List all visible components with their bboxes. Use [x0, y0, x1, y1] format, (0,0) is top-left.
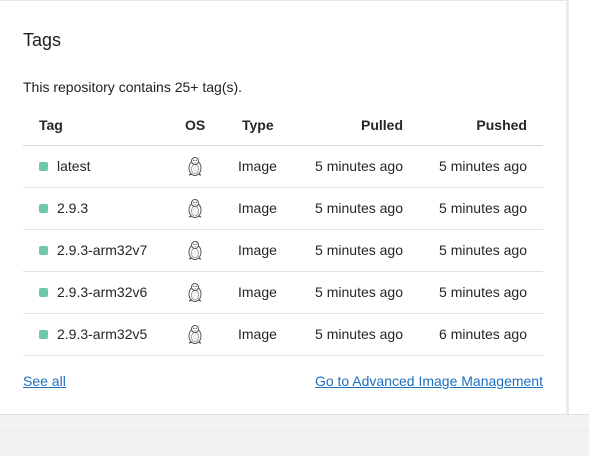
page-footer-area: [0, 414, 589, 456]
tag-name[interactable]: 2.9.3: [57, 200, 88, 216]
pushed-time: 5 minutes ago: [439, 242, 527, 258]
status-dot: [39, 204, 48, 213]
status-dot: [39, 246, 48, 255]
pushed-time: 5 minutes ago: [439, 158, 527, 174]
linux-penguin-icon: [188, 157, 202, 176]
table-row[interactable]: 2.9.3-arm32v7 Image 5 minutes ago 5 minu…: [23, 230, 543, 272]
header-pulled: Pulled: [360, 117, 403, 133]
status-dot: [39, 288, 48, 297]
pulled-time: 5 minutes ago: [315, 200, 403, 216]
type-value: Image: [238, 200, 277, 216]
pushed-time: 6 minutes ago: [439, 326, 527, 342]
tag-name[interactable]: 2.9.3-arm32v5: [57, 326, 147, 342]
status-dot: [39, 330, 48, 339]
tag-name[interactable]: 2.9.3-arm32v7: [57, 242, 147, 258]
type-value: Image: [238, 284, 277, 300]
table-row[interactable]: 2.9.3-arm32v5 Image 5 minutes ago 6 minu…: [23, 314, 543, 356]
type-value: Image: [238, 158, 277, 174]
status-dot: [39, 162, 48, 171]
header-pushed: Pushed: [476, 117, 527, 133]
header-type: Type: [242, 117, 274, 133]
tag-count-summary: This repository contains 25+ tag(s).: [23, 79, 243, 95]
advanced-image-management-link[interactable]: Go to Advanced Image Management: [315, 373, 543, 389]
header-tag: Tag: [39, 117, 63, 133]
tag-name[interactable]: 2.9.3-arm32v6: [57, 284, 147, 300]
pulled-time: 5 minutes ago: [315, 326, 403, 342]
table-row[interactable]: 2.9.3 Image 5 minutes ago 5 minutes ago: [23, 188, 543, 230]
pushed-time: 5 minutes ago: [439, 200, 527, 216]
type-value: Image: [238, 326, 277, 342]
footer-divider: [0, 430, 589, 431]
tags-table: Tag OS Type Pulled Pushed latest Image 5…: [23, 105, 543, 356]
right-panel-divider: [566, 0, 569, 414]
pulled-time: 5 minutes ago: [315, 158, 403, 174]
linux-penguin-icon: [188, 241, 202, 260]
pulled-time: 5 minutes ago: [315, 242, 403, 258]
section-title: Tags: [23, 30, 62, 50]
linux-penguin-icon: [188, 199, 202, 218]
table-row[interactable]: 2.9.3-arm32v6 Image 5 minutes ago 5 minu…: [23, 272, 543, 314]
pushed-time: 5 minutes ago: [439, 284, 527, 300]
pulled-time: 5 minutes ago: [315, 284, 403, 300]
linux-penguin-icon: [188, 325, 202, 344]
linux-penguin-icon: [188, 283, 202, 302]
top-border: [0, 0, 568, 1]
type-value: Image: [238, 242, 277, 258]
see-all-link[interactable]: See all: [23, 373, 66, 389]
table-row[interactable]: latest Image 5 minutes ago 5 minutes ago: [23, 146, 543, 188]
tag-name[interactable]: latest: [57, 158, 90, 174]
table-header: Tag OS Type Pulled Pushed: [23, 105, 543, 146]
header-os: OS: [185, 117, 206, 133]
